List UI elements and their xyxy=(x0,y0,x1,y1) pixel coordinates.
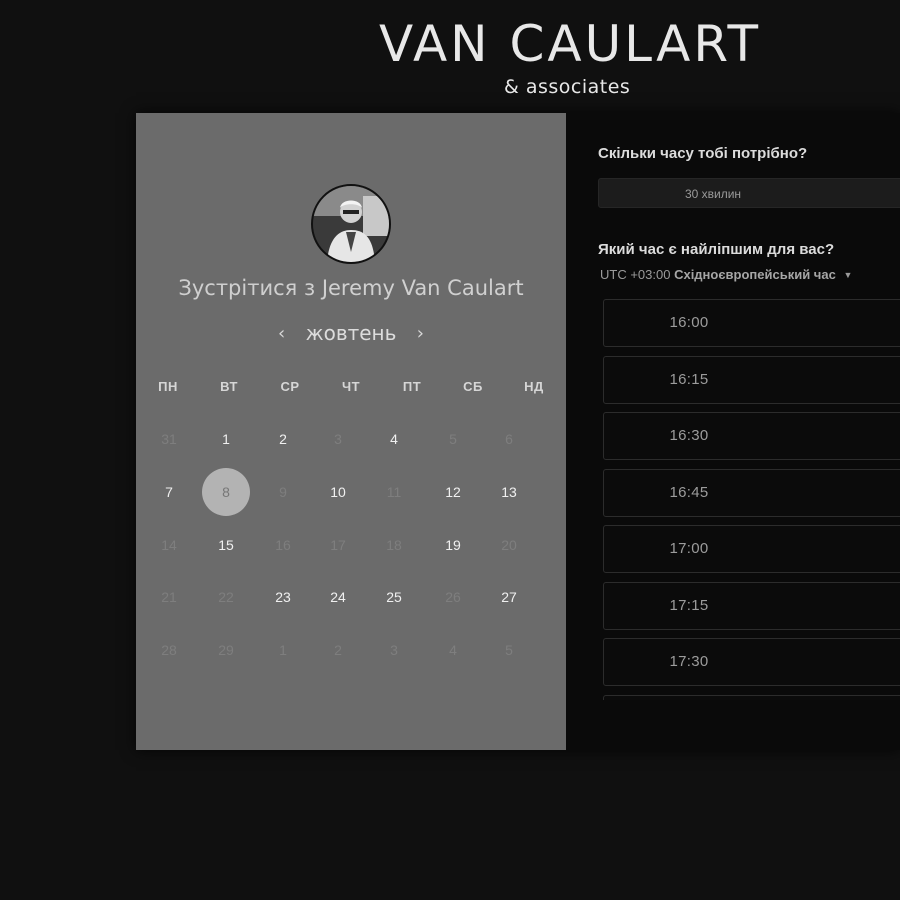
day-cell: 31 xyxy=(161,431,177,447)
day-cell[interactable]: 27 xyxy=(485,573,533,621)
day-cell[interactable]: 7 xyxy=(145,468,193,516)
timezone-name: Східноєвропейський час xyxy=(674,267,836,282)
day-cell[interactable]: 10 xyxy=(314,468,362,516)
brand-subtitle: & associates xyxy=(504,76,631,98)
day-cell[interactable]: 25 xyxy=(370,573,418,621)
day-cell: 3 xyxy=(334,431,342,447)
day-cell: 14 xyxy=(161,537,177,553)
day-cell: 5 xyxy=(449,431,457,447)
time-slot-button[interactable]: 16:30 xyxy=(603,412,900,460)
timezone-offset: UTC +03:00 xyxy=(600,267,671,282)
time-slot-button[interactable]: 17:15 xyxy=(603,581,900,630)
timezone-selector[interactable]: UTC +03:00 Східноєвропейський час ▼ xyxy=(600,267,852,282)
caret-down-icon: ▼ xyxy=(843,270,853,280)
duration-question: Скільки часу тобі потрібно? xyxy=(598,145,808,162)
brand-logo: VAN CAULART & associates xyxy=(330,14,810,98)
time-slot-list[interactable]: 16:00 16:15 16:30 16:45 17:00 17:15 17:30 xyxy=(603,299,900,700)
day-cell: 9 xyxy=(279,484,287,500)
day-cell[interactable]: 19 xyxy=(429,521,477,569)
calendar-grid: 31 1 2 3 4 5 6 7 8 9 10 11 12 13 14 15 16 17 18 19 20 21 22 23 2… xyxy=(136,113,566,750)
day-cell[interactable]: 15 xyxy=(202,521,250,569)
day-cell[interactable]: 4 xyxy=(370,415,418,463)
day-cell-selected[interactable]: 8 xyxy=(202,468,250,516)
time-panel: Скільки часу тобі потрібно? 30 хвилин Як… xyxy=(566,113,900,750)
booking-card: Зустрітися з Jeremy Van Caulart ‹ жовтен… xyxy=(136,113,900,750)
time-slot-button[interactable]: 16:45 xyxy=(603,468,900,517)
day-cell: 20 xyxy=(501,537,517,553)
day-cell: 18 xyxy=(386,537,402,553)
time-slot-button[interactable]: 17:00 xyxy=(603,525,900,573)
day-cell: 22 xyxy=(218,589,234,605)
day-cell[interactable]: 13 xyxy=(485,468,533,516)
duration-select[interactable]: 30 хвилин xyxy=(598,178,900,208)
time-question: Який час є найліпшим для вас? xyxy=(598,241,835,258)
day-cell[interactable]: 24 xyxy=(314,573,362,621)
day-cell: 11 xyxy=(386,484,402,500)
day-cell: 2 xyxy=(334,642,342,658)
time-slot-button[interactable]: 16:00 xyxy=(603,299,900,347)
day-cell: 4 xyxy=(449,642,457,658)
brand-title: VAN CAULART xyxy=(378,15,762,73)
time-slot-button[interactable]: 17:30 xyxy=(603,638,900,686)
day-cell[interactable]: 1 xyxy=(202,415,250,463)
day-cell: 26 xyxy=(445,589,461,605)
day-cell: 6 xyxy=(505,431,513,447)
day-cell: 1 xyxy=(279,642,287,658)
day-cell: 28 xyxy=(161,642,177,658)
day-cell[interactable]: 12 xyxy=(429,468,477,516)
time-slot-button[interactable] xyxy=(603,694,900,700)
day-cell: 21 xyxy=(161,589,177,605)
day-cell[interactable]: 2 xyxy=(259,415,307,463)
day-cell: 16 xyxy=(275,537,291,553)
day-cell: 3 xyxy=(390,642,398,658)
day-cell: 29 xyxy=(218,642,234,658)
day-cell[interactable]: 23 xyxy=(259,573,307,621)
calendar-panel: Зустрітися з Jeremy Van Caulart ‹ жовтен… xyxy=(136,113,566,750)
day-cell: 5 xyxy=(505,642,513,658)
day-cell: 17 xyxy=(330,537,346,553)
time-slot-button[interactable]: 16:15 xyxy=(603,355,900,404)
